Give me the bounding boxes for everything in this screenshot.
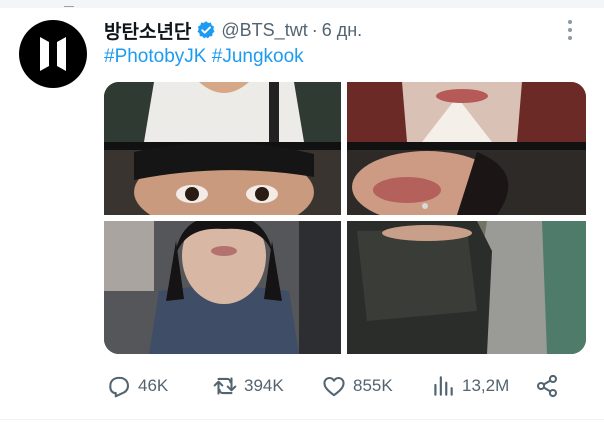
thread-line-stub xyxy=(64,0,74,7)
more-options-button[interactable] xyxy=(558,16,582,44)
tweet-header: 방탄소년단 @BTS_twt · 6 дн. xyxy=(104,16,362,44)
top-divider xyxy=(0,0,604,8)
bts-logo-icon xyxy=(40,37,66,71)
tweet-text: #PhotobyJK #Jungkook xyxy=(104,46,304,68)
more-dot-icon xyxy=(568,20,572,24)
like-button[interactable]: 855K xyxy=(321,370,393,402)
action-bar: 46K 394K 855K 13,2M xyxy=(104,370,586,402)
like-count: 855K xyxy=(353,376,393,395)
avatar[interactable] xyxy=(19,20,87,88)
share-button[interactable] xyxy=(534,370,566,402)
photo-4[interactable] xyxy=(347,221,586,354)
reply-count: 46K xyxy=(138,376,169,395)
photo-portrait-icon xyxy=(104,221,341,354)
hashtag-link[interactable]: #Jungkook xyxy=(212,46,304,67)
views-button[interactable]: 13,2M xyxy=(430,370,509,402)
photo-lip-piercing-icon xyxy=(347,82,586,215)
retweet-button[interactable]: 394K xyxy=(212,370,284,402)
photo-2[interactable] xyxy=(347,82,586,215)
photo-white-tshirt-icon xyxy=(104,82,341,215)
reply-button[interactable]: 46K xyxy=(106,370,168,402)
reply-icon xyxy=(109,376,130,398)
retweet-icon xyxy=(213,377,237,395)
retweet-count: 394K xyxy=(244,376,284,395)
photo-3[interactable] xyxy=(104,221,341,354)
photo-face-mask-icon xyxy=(347,221,586,354)
verified-badge-icon xyxy=(197,21,215,39)
user-handle[interactable]: @BTS_twt xyxy=(221,20,307,41)
analytics-icon xyxy=(434,376,453,396)
media-grid xyxy=(104,82,586,354)
tweet-divider xyxy=(0,419,604,420)
photo-1[interactable] xyxy=(104,82,341,215)
share-icon xyxy=(536,374,558,398)
more-dot-icon xyxy=(568,36,572,40)
views-count: 13,2M xyxy=(462,376,510,395)
heart-icon xyxy=(323,376,345,397)
separator-dot: · xyxy=(311,19,318,40)
hashtag-link[interactable]: #PhotobyJK xyxy=(104,46,206,67)
tweet-timestamp[interactable]: 6 дн. xyxy=(322,20,362,41)
display-name[interactable]: 방탄소년단 xyxy=(104,17,191,44)
more-dot-icon xyxy=(568,28,572,32)
